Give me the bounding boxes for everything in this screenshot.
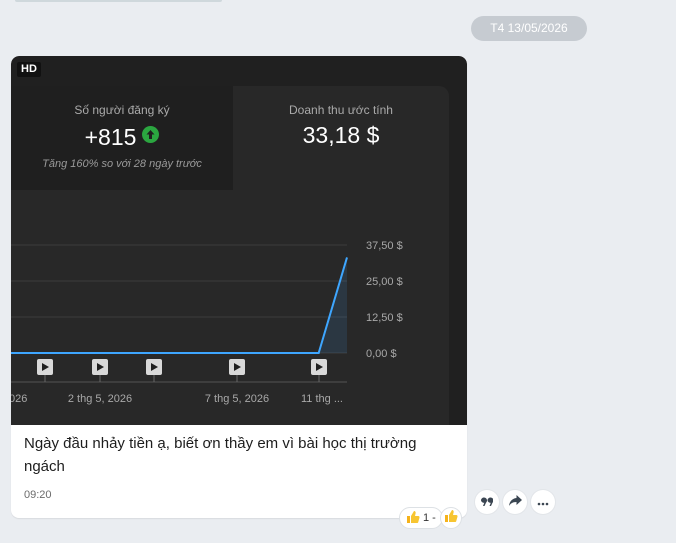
previous-message-edge — [15, 0, 222, 2]
more-icon — [537, 493, 549, 511]
x-tick-label: 026 — [11, 393, 27, 405]
message-caption: Ngày đầu nhảy tiền ạ, biết ơn thầy em vì… — [24, 435, 417, 475]
reaction-separator: - — [432, 512, 436, 524]
quote-icon — [480, 493, 494, 511]
more-options-button[interactable] — [531, 490, 555, 514]
y-tick-label: 12,50 $ — [366, 312, 403, 324]
forward-button[interactable] — [503, 490, 527, 514]
reaction-count: 1 — [423, 512, 430, 524]
add-reaction-button[interactable] — [440, 507, 462, 529]
revenue-line-chart: 37,50 $ 25,00 $ 12,50 $ 0,00 $ 026 2 thg 5, 2… — [11, 240, 403, 405]
thumbs-up-icon — [444, 509, 458, 528]
quote-button[interactable] — [475, 490, 499, 514]
date-separator: T4 13/05/2026 — [471, 16, 587, 41]
x-tick-label: 7 thg 5, 2026 — [205, 393, 269, 405]
forward-icon — [508, 493, 522, 511]
x-tick-label: 11 thg ... — [301, 393, 343, 405]
media-image[interactable]: HD Số người đăng ký +815 Tăng 160% so vớ… — [11, 56, 467, 425]
reaction-summary[interactable]: 1 - — [399, 507, 443, 529]
y-tick-label: 0,00 $ — [366, 348, 397, 360]
thumbs-up-icon — [406, 510, 420, 527]
y-tick-label: 37,50 $ — [366, 240, 403, 252]
hd-badge: HD — [17, 62, 41, 77]
message-time: 09:20 — [24, 489, 52, 501]
message-bubble[interactable]: HD Số người đăng ký +815 Tăng 160% so vớ… — [11, 56, 467, 518]
series-line — [11, 257, 348, 354]
y-tick-label: 25,00 $ — [366, 276, 403, 288]
x-tick-label: 2 thg 5, 2026 — [68, 393, 132, 405]
